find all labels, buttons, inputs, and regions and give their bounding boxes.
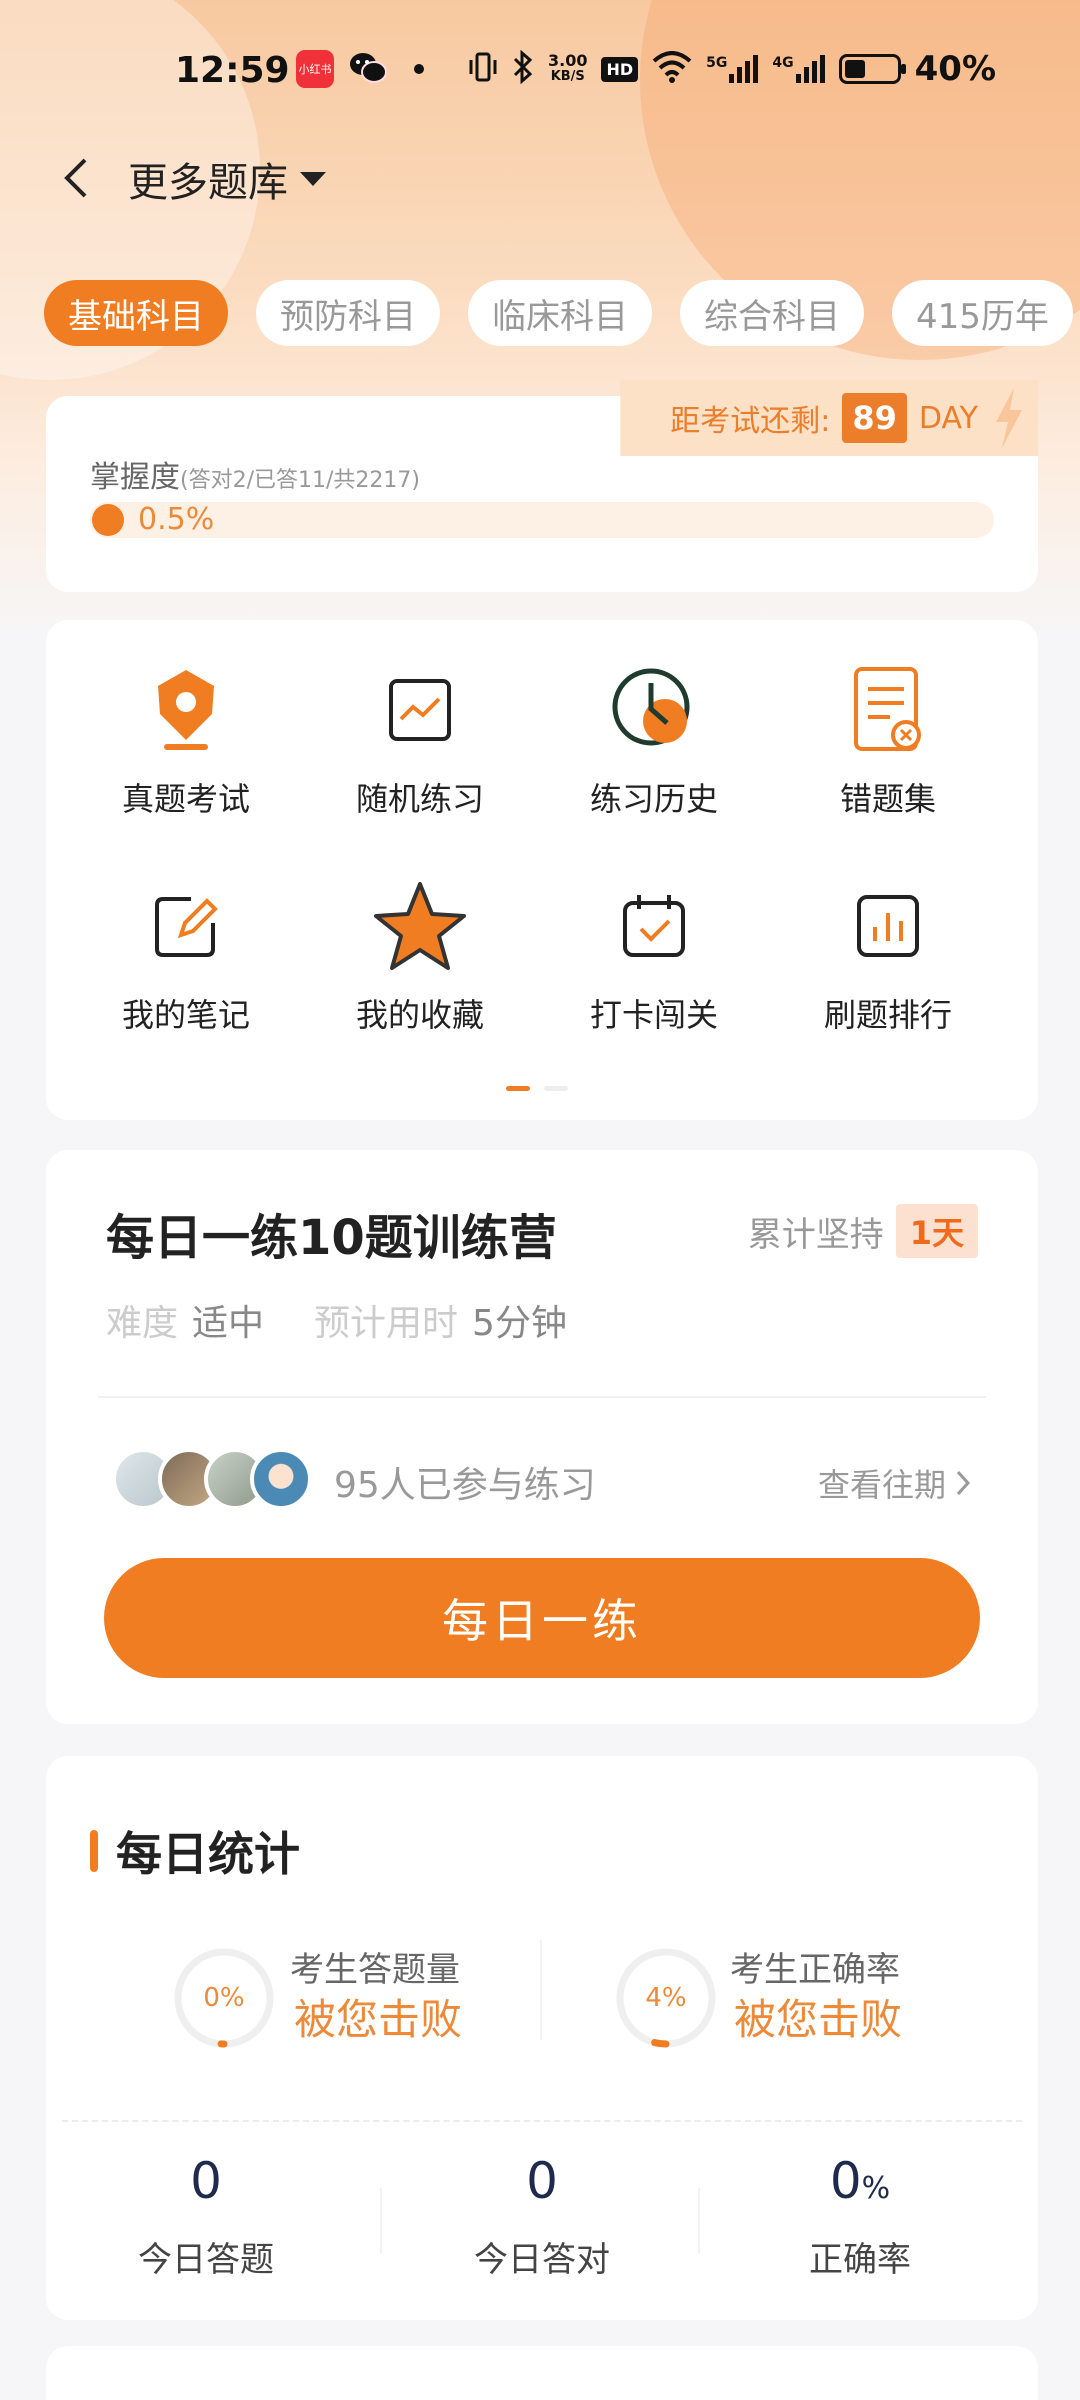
- estimated-time: 预计用时 5分钟: [314, 1303, 567, 1344]
- countdown-label: 距考试还剩:: [670, 404, 831, 439]
- mastery-label: 掌握度(答对2/已答11/共2217): [90, 460, 420, 495]
- beat-accuracy-text: 被您击败: [734, 1995, 903, 2044]
- grid-item-my-notes[interactable]: 我的笔记: [86, 876, 286, 1046]
- hd-voice-badge: HD: [601, 56, 639, 82]
- participant-avatars: [112, 1448, 312, 1510]
- beat-count-text: 被您击败: [294, 1995, 463, 2044]
- tab-comprehensive-subjects[interactable]: 综合科目: [680, 280, 864, 346]
- feature-grid: 真题考试 随机练习 练习历史 错题集 我的笔记 我的收藏 打卡闯关 刷题排行: [46, 620, 1038, 1120]
- calendar-check-icon: [623, 895, 685, 957]
- mastery-percent: 0.5%: [138, 502, 215, 537]
- grid-item-real-exam[interactable]: 真题考试: [86, 660, 286, 830]
- bluetooth-icon: [512, 49, 534, 88]
- stat-accuracy: 0% 正确率: [809, 2152, 911, 2280]
- chevron-left-icon: [64, 158, 87, 198]
- signal-5g-icon: 5G: [706, 55, 759, 83]
- tab-basic-subjects[interactable]: 基础科目: [44, 280, 228, 346]
- mastery-progress-fill: [92, 504, 124, 536]
- error-doc-icon: [854, 667, 921, 751]
- exam-countdown: 距考试还剩: 89 DAY: [620, 380, 1038, 456]
- star-icon: [374, 882, 466, 970]
- chart-line-icon: [389, 679, 451, 741]
- dashed-divider: [62, 2120, 1022, 2122]
- mastery-card: 距考试还剩: 89 DAY 掌握度(答对2/已答11/共2217) 0.5%: [46, 380, 1038, 592]
- network-speed: 3.00 KB/S: [548, 51, 588, 85]
- grid-pager: [506, 1086, 568, 1091]
- wifi-icon: [652, 51, 692, 87]
- tab-clinical-subjects[interactable]: 临床科目: [468, 280, 652, 346]
- daily-practice-title: 每日一练10题训练营: [106, 1210, 557, 1266]
- mastery-detail: (答对2/已答11/共2217): [180, 468, 420, 493]
- daily-practice-button[interactable]: 每日一练: [104, 1558, 980, 1678]
- participant-count: 95人已参与练习: [334, 1465, 596, 1506]
- status-icons: 3.00 KB/S HD 5G 4G 40%: [468, 44, 996, 94]
- stat-today-correct: 0 今日答对: [474, 2152, 610, 2280]
- beat-accuracy-ring: 4%: [612, 1944, 720, 2052]
- back-button[interactable]: [46, 148, 106, 208]
- beat-accuracy-label: 考生正确率: [730, 1950, 900, 1990]
- caret-down-icon: [300, 172, 326, 186]
- persist-badge: 1天: [895, 1204, 978, 1258]
- grid-item-my-favorites[interactable]: 我的收藏: [320, 876, 520, 1046]
- next-card: [46, 2346, 1038, 2400]
- countdown-days: 89: [842, 393, 907, 443]
- bar-chart-icon: [857, 895, 919, 957]
- difficulty: 难度 适中: [106, 1303, 265, 1344]
- wechat-notification-icon: [348, 48, 388, 88]
- mastery-progress-bar: [90, 502, 994, 538]
- vibrate-icon: [468, 50, 498, 88]
- page-title: 更多题库: [128, 160, 288, 206]
- stat-today-answered: 0 今日答题: [138, 2152, 274, 2280]
- practice-meta: 难度 适中 预计用时 5分钟: [106, 1294, 567, 1346]
- exam-pin-icon: [158, 670, 214, 750]
- divider: [98, 1396, 986, 1398]
- signal-4g-icon: 4G: [772, 55, 825, 83]
- grid-item-wrong-questions[interactable]: 错题集: [788, 660, 988, 830]
- daily-stats-card: 每日统计 0% 考生答题量 被您击败 4% 考生正确率 被您击败 0 今日答题 …: [46, 1756, 1038, 2320]
- avatar: [250, 1448, 312, 1510]
- battery-icon: [838, 54, 906, 84]
- grid-item-check-in[interactable]: 打卡闯关: [554, 876, 754, 1046]
- beat-count-label: 考生答题量: [290, 1950, 460, 1990]
- xiaohongshu-notification-icon: 小红书: [296, 50, 334, 88]
- tab-prevention-subjects[interactable]: 预防科目: [256, 280, 440, 346]
- status-bar: 12:59 小红书 3.00 KB/S HD 5G 4G 40%: [0, 30, 1080, 110]
- subject-tabs: 基础科目 预防科目 临床科目 综合科目 415历年: [44, 280, 1073, 346]
- view-past-link[interactable]: 查看往期: [818, 1460, 970, 1506]
- grid-item-random-practice[interactable]: 随机练习: [320, 660, 520, 830]
- status-time: 12:59: [175, 49, 290, 91]
- more-notifications-dot: [414, 64, 424, 74]
- grid-item-practice-history[interactable]: 练习历史: [554, 660, 754, 830]
- stats-title: 每日统计: [90, 1818, 300, 1884]
- question-bank-selector[interactable]: 更多题库: [128, 150, 326, 208]
- lightning-icon: [996, 388, 1022, 448]
- note-edit-icon: [155, 897, 218, 957]
- daily-practice-card: 每日一练10题训练营 累计坚持 1天 难度 适中 预计用时 5分钟 95人已参与练习…: [46, 1150, 1038, 1724]
- persist-days: 累计坚持 1天: [748, 1204, 978, 1258]
- clock-icon: [612, 668, 690, 746]
- beat-count-ring: 0%: [170, 1944, 278, 2052]
- battery-percent: 40%: [914, 49, 997, 89]
- chevron-right-icon: [956, 1470, 970, 1496]
- countdown-unit: DAY: [918, 400, 978, 436]
- tab-past-exams[interactable]: 415历年: [892, 280, 1073, 346]
- app-header: 更多题库: [0, 140, 1080, 220]
- grid-item-ranking[interactable]: 刷题排行: [788, 876, 988, 1046]
